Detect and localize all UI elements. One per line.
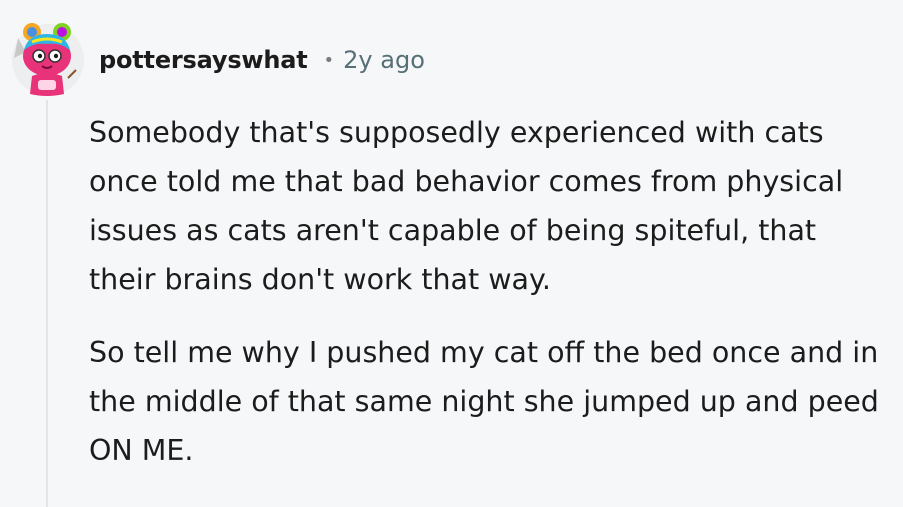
comment-paragraph: Somebody that's supposedly experienced w… [89, 116, 844, 296]
comment-body: Somebody that's supposedly experienced w… [89, 108, 889, 499]
snoo-avatar-icon [12, 23, 84, 96]
timestamp[interactable]: 2y ago [343, 46, 425, 74]
thread-line[interactable] [46, 100, 48, 507]
meta-separator: • [323, 49, 335, 71]
username[interactable]: pottersayswhat [99, 46, 308, 74]
comment: pottersayswhat • 2y ago Somebody that's … [0, 0, 903, 507]
comment-meta: pottersayswhat • 2y ago [99, 40, 425, 80]
avatar[interactable] [10, 18, 86, 98]
comment-paragraph: So tell me why I pushed my cat off the b… [89, 336, 879, 467]
